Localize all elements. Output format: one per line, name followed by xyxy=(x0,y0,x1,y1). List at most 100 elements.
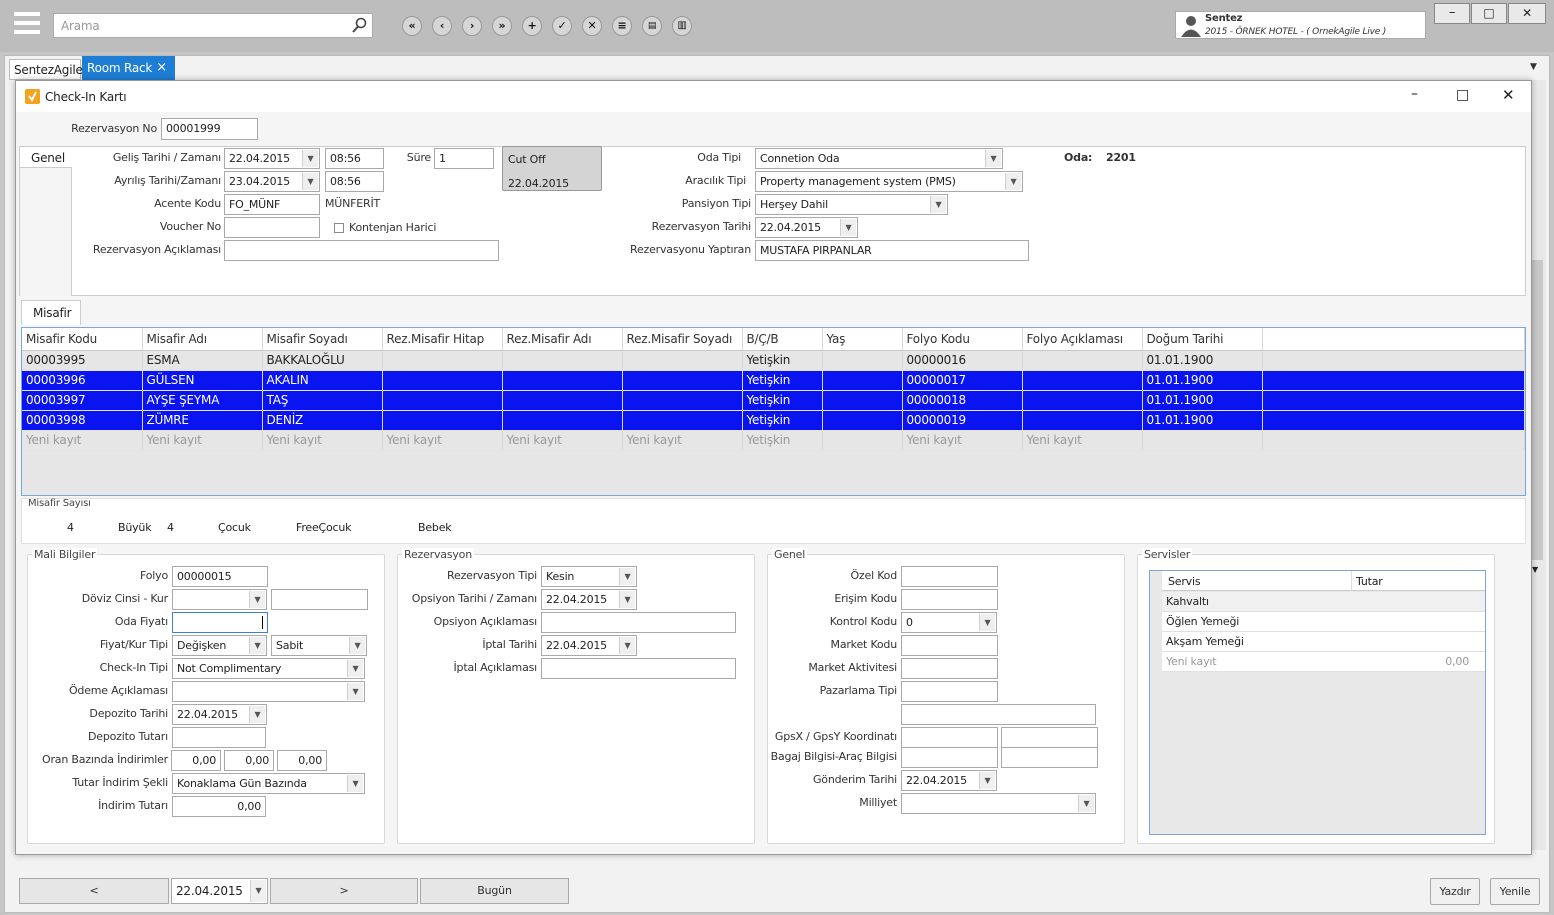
servis-new-row[interactable]: Yeni kayıt 0,00 xyxy=(1162,652,1485,672)
chevron-down-icon[interactable]: ▼ xyxy=(302,150,318,167)
column-header[interactable]: Yaş xyxy=(822,328,903,351)
new-record-row[interactable]: Yeni kayıt Yeni kayıt Yeni kayıt Yeni kayıt… xyxy=(22,430,1525,451)
table-cell[interactable] xyxy=(502,370,623,391)
tab-room-rack[interactable]: Room Rack × xyxy=(82,56,175,80)
kontenjan-checkbox[interactable] xyxy=(334,223,344,233)
table-cell[interactable] xyxy=(382,410,503,431)
chevron-down-icon[interactable]: ▼ xyxy=(979,772,995,789)
table-cell[interactable] xyxy=(822,370,903,391)
table-cell[interactable] xyxy=(622,390,743,411)
window-minimize-button[interactable]: – xyxy=(1434,3,1470,24)
yaptiran-field[interactable]: MUSTAFA PIRPANLAR xyxy=(755,240,1029,261)
odeme-select[interactable]: ▼ xyxy=(172,681,365,702)
column-header[interactable]: B/Ç/B xyxy=(742,328,823,351)
table-cell[interactable]: 00003997 xyxy=(22,390,143,411)
acente-field[interactable]: FO_MÜNF xyxy=(224,194,320,215)
today-button[interactable]: Bugün xyxy=(420,878,569,904)
column-header[interactable] xyxy=(1262,328,1525,351)
tab-sentezagile[interactable]: SentezAgile xyxy=(9,59,83,80)
doviz-select[interactable]: ▼ xyxy=(172,589,267,610)
oran3-field[interactable]: 0,00 xyxy=(277,750,327,771)
table-cell[interactable] xyxy=(502,350,623,371)
chevron-down-icon[interactable]: ▼ xyxy=(979,614,995,631)
chevron-down-icon[interactable]: ▼ xyxy=(249,637,265,654)
chevron-down-icon[interactable]: ▼ xyxy=(249,591,265,608)
search-input[interactable]: Arama xyxy=(53,13,373,38)
window-close-button[interactable]: ✕ xyxy=(1508,3,1546,24)
chevron-down-icon[interactable]: ▼ xyxy=(1005,173,1021,190)
table-cell[interactable] xyxy=(1022,410,1143,431)
table-cell[interactable]: Yetişkin xyxy=(742,390,823,411)
depozito-tarihi-field[interactable]: 22.04.2015 ▼ xyxy=(172,704,267,725)
oran2-field[interactable]: 0,00 xyxy=(224,750,274,771)
prev-day-button[interactable]: < xyxy=(19,878,169,904)
dialog-maximize-icon[interactable]: □ xyxy=(1456,87,1469,103)
chevron-down-icon[interactable]: ▼ xyxy=(250,880,266,902)
table-cell[interactable] xyxy=(1022,350,1143,371)
user-panel[interactable]: Sentez 2015 - ÖRNEK HOTEL - ( OrnekAgile… xyxy=(1175,11,1426,39)
table-cell[interactable] xyxy=(382,370,503,391)
gelis-date-field[interactable]: 22.04.2015 ▼ xyxy=(224,148,320,169)
table-cell[interactable] xyxy=(822,410,903,431)
iptal-tarihi-field[interactable]: 22.04.2015 ▼ xyxy=(541,635,637,656)
table-cell[interactable]: 01.01.1900 xyxy=(1142,390,1263,411)
table-cell[interactable]: Yetişkin xyxy=(742,410,823,431)
ayrilis-date-field[interactable]: 23.04.2015 ▼ xyxy=(224,171,320,192)
oran1-field[interactable]: 0,00 xyxy=(171,750,221,771)
aracilik-select[interactable]: Property management system (PMS) ▼ xyxy=(755,171,1023,192)
kontrol-select[interactable]: 0 ▼ xyxy=(901,612,997,633)
table-cell[interactable]: Yeni kayıt xyxy=(1022,430,1143,451)
table-cell[interactable] xyxy=(502,410,623,431)
table-cell[interactable]: Yeni kayıt xyxy=(382,430,503,451)
bottom-date-field[interactable]: 22.04.2015 ▼ xyxy=(171,878,268,904)
folyo-field[interactable]: 00000015 xyxy=(172,566,268,587)
milliyet-select[interactable]: ▼ xyxy=(901,793,1096,814)
table-cell[interactable] xyxy=(382,390,503,411)
chevron-down-icon[interactable]: ▼ xyxy=(619,637,635,654)
table-cell[interactable]: GÜLSEN xyxy=(142,370,263,391)
dialog-minimize-icon[interactable]: – xyxy=(1411,86,1418,102)
table-cell[interactable]: 01.01.1900 xyxy=(1142,370,1263,391)
table-cell[interactable]: 00003995 xyxy=(22,350,143,371)
table-cell[interactable] xyxy=(1262,370,1525,391)
window-maximize-button[interactable]: □ xyxy=(1471,3,1507,24)
column-header[interactable]: Folyo Açıklaması xyxy=(1022,328,1143,351)
table-cell[interactable]: 00000017 xyxy=(902,370,1023,391)
fiyat-tipi-select[interactable]: Değişken ▼ xyxy=(172,635,267,656)
table-cell[interactable]: Yeni kayıt xyxy=(262,430,383,451)
table-cell[interactable]: 01.01.1900 xyxy=(1142,410,1263,431)
chevron-down-icon[interactable]: ▼ xyxy=(1078,795,1094,812)
chevron-down-icon[interactable]: ▼ xyxy=(249,706,265,723)
table-cell[interactable] xyxy=(622,350,743,371)
table-cell[interactable] xyxy=(622,410,743,431)
table-cell[interactable]: Yetişkin xyxy=(742,430,823,451)
indirim-tutari-field[interactable]: 0,00 xyxy=(172,796,266,817)
table-cell[interactable] xyxy=(822,350,903,371)
table-cell[interactable]: 00000019 xyxy=(902,410,1023,431)
pansiyon-select[interactable]: Herşey Dahil ▼ xyxy=(755,194,948,215)
chevron-down-icon[interactable]: ▼ xyxy=(619,591,635,608)
gpsx-field[interactable] xyxy=(901,727,998,748)
add-icon[interactable]: + xyxy=(522,16,542,36)
chevron-down-icon[interactable]: ▼ xyxy=(347,683,363,700)
table-cell[interactable] xyxy=(1262,410,1525,431)
servis-row[interactable]: Kahvaltı xyxy=(1162,592,1485,612)
rez-no-field[interactable]: 00001999 xyxy=(161,118,258,140)
table-cell[interactable]: Yeni kayıt xyxy=(902,430,1023,451)
table-cell[interactable] xyxy=(1022,370,1143,391)
last-record-icon[interactable]: » xyxy=(492,16,512,36)
table-cell[interactable]: DENİZ xyxy=(262,410,383,431)
table-cell[interactable]: TAŞ xyxy=(262,390,383,411)
market-akt-field[interactable] xyxy=(901,658,998,679)
refresh-button[interactable]: Yenile xyxy=(1490,878,1540,905)
column-header[interactable]: Rez.Misafir Adı xyxy=(502,328,623,351)
table-cell[interactable] xyxy=(502,390,623,411)
gonderim-field[interactable]: 22.04.2015 ▼ xyxy=(901,770,997,791)
chevron-down-icon[interactable]: ▼ xyxy=(349,637,365,654)
first-record-icon[interactable]: « xyxy=(402,16,422,36)
dialog-close-icon[interactable]: ✕ xyxy=(1502,86,1515,104)
chevron-down-icon[interactable]: ▼ xyxy=(930,196,946,213)
search-icon[interactable] xyxy=(351,17,368,34)
rez-tipi-select[interactable]: Kesin ▼ xyxy=(541,566,637,587)
table-cell[interactable]: 01.01.1900 xyxy=(1142,350,1263,371)
